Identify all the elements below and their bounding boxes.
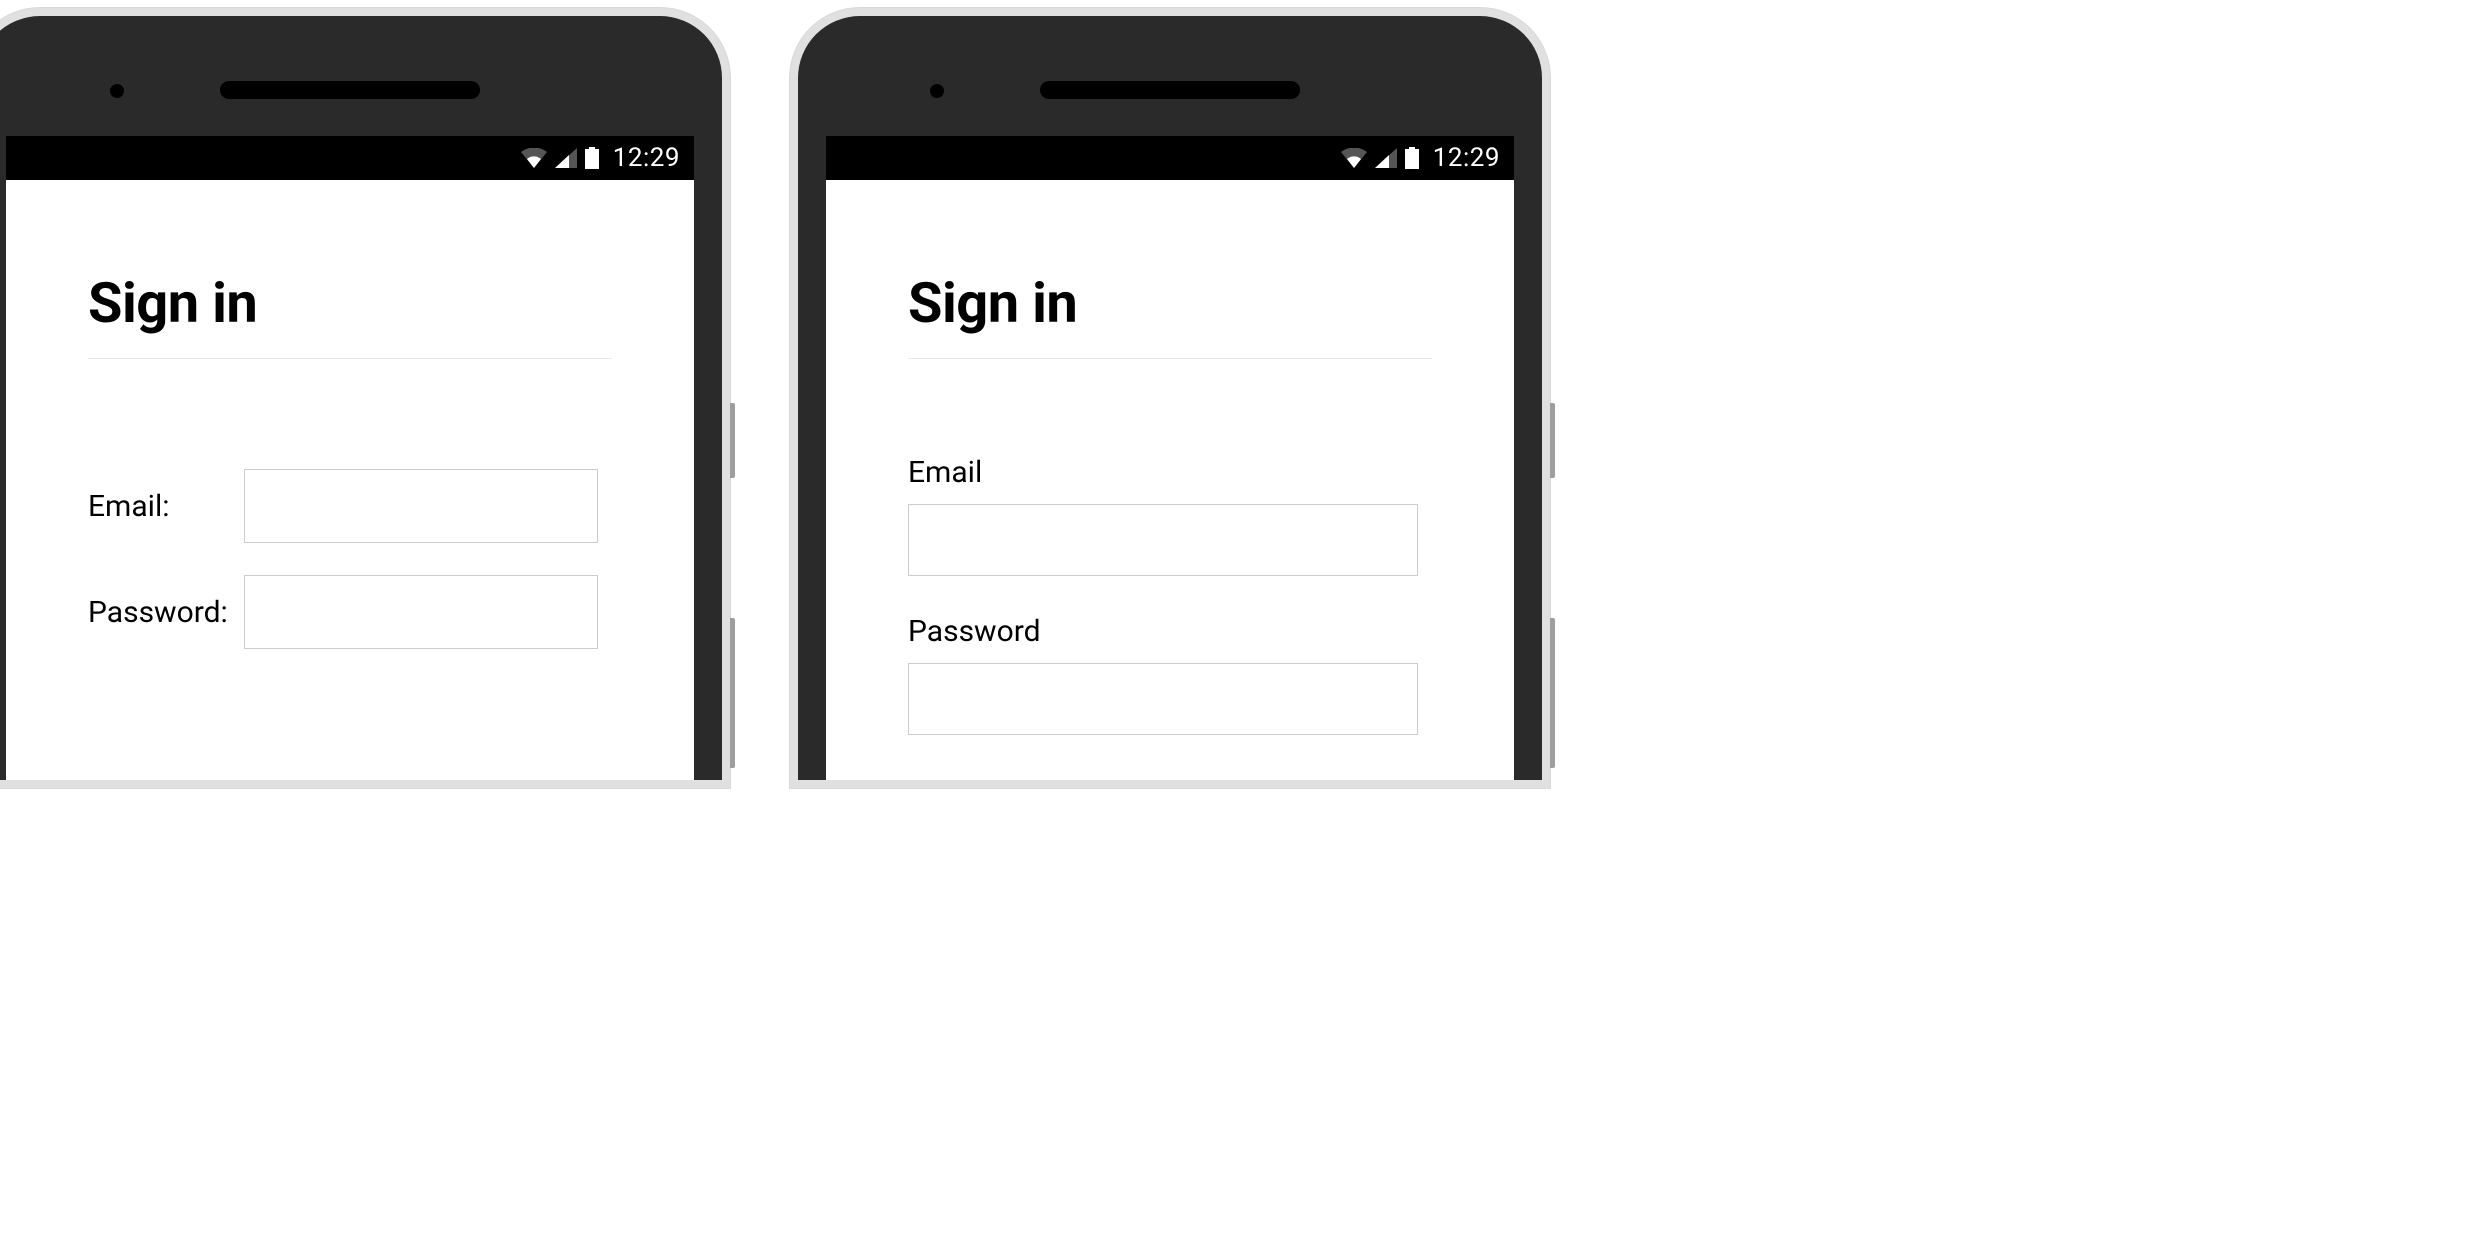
phone-screen: 12:29 Sign in Email Password (826, 136, 1514, 780)
email-input[interactable] (244, 469, 598, 543)
password-row: Password: (88, 575, 612, 649)
phone-side-button (1550, 403, 1555, 478)
password-group: Password (908, 614, 1432, 735)
password-input[interactable] (244, 575, 598, 649)
email-group: Email (908, 455, 1432, 576)
page-title: Sign in (908, 270, 1432, 336)
password-input[interactable] (908, 663, 1418, 735)
phone-side-button (1550, 618, 1555, 768)
signin-form: Email: Password: (88, 469, 612, 649)
phone-side-button (730, 403, 735, 478)
page-title: Sign in (88, 270, 612, 336)
wifi-icon (521, 148, 547, 168)
password-label: Password: (88, 595, 244, 630)
wifi-icon (1341, 148, 1367, 168)
signin-form: Email Password (908, 455, 1432, 735)
phone-screen: 12:29 Sign in Email: Password: (6, 136, 694, 780)
cellular-icon (1375, 148, 1397, 168)
status-time: 12:29 (1433, 143, 1500, 173)
page-content: Sign in Email Password (826, 180, 1514, 780)
cellular-icon (555, 148, 577, 168)
email-row: Email: (88, 469, 612, 543)
phone-speaker (220, 81, 480, 99)
phone-side-button (730, 618, 735, 768)
phone-bezel: 12:29 Sign in Email Password (798, 16, 1542, 780)
battery-icon (585, 147, 599, 169)
phone-top-hardware (6, 44, 694, 136)
password-label: Password (908, 614, 1432, 649)
status-bar: 12:29 (6, 136, 694, 180)
phone-bezel: 12:29 Sign in Email: Password: (0, 16, 722, 780)
status-bar: 12:29 (826, 136, 1514, 180)
phone-speaker (1040, 81, 1300, 99)
battery-icon (1405, 147, 1419, 169)
email-label: Email: (88, 489, 244, 524)
phone-mockup-left: 12:29 Sign in Email: Password: (0, 8, 730, 788)
email-input[interactable] (908, 504, 1418, 576)
email-label: Email (908, 455, 1432, 490)
phone-mockup-right: 12:29 Sign in Email Password (790, 8, 1550, 788)
phone-camera (930, 84, 944, 98)
phone-camera (110, 84, 124, 98)
page-content: Sign in Email: Password: (6, 180, 694, 780)
phone-top-hardware (826, 44, 1514, 136)
title-divider (88, 358, 612, 359)
title-divider (908, 358, 1432, 359)
status-time: 12:29 (613, 143, 680, 173)
